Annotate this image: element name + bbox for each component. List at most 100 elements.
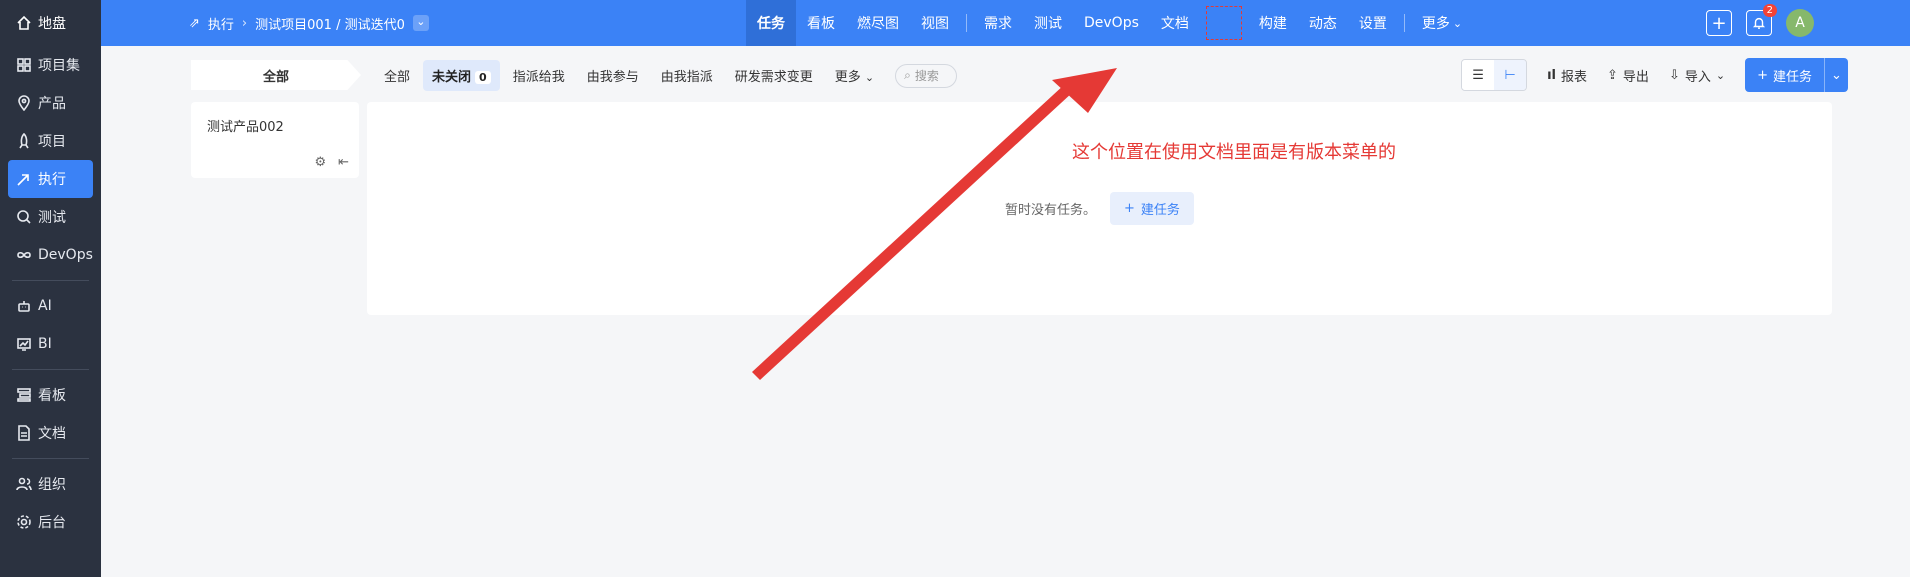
bar-chart-icon: ıl	[1547, 67, 1556, 83]
new-task-button[interactable]: + 建任务 ⌄	[1745, 58, 1848, 92]
toolbar-actions: ☰ ⊢ ıl 报表 ⇪ 导出 ⇩ 导入 ⌄ + 建任务 ⌄	[1461, 58, 1848, 92]
sidebar-item-kanban[interactable]: 看板	[0, 376, 101, 414]
filter-assigned-by-me[interactable]: 由我指派	[652, 60, 722, 91]
empty-new-task-button[interactable]: + 建任务	[1110, 192, 1194, 225]
nav-tab-story[interactable]: 需求	[973, 0, 1023, 46]
sidebar-item-label: 测试	[38, 210, 66, 226]
sidebar-item-program[interactable]: 项目集	[0, 46, 101, 84]
search-icon: ⌕	[904, 68, 911, 82]
sidebar-item-devops[interactable]: DevOps	[0, 236, 101, 274]
sidebar-item-ai[interactable]: AI	[0, 287, 101, 325]
breadcrumb-module[interactable]: 执行	[208, 14, 234, 33]
sidebar-item-doc[interactable]: 文档	[0, 414, 101, 452]
sidebar-divider	[12, 458, 89, 459]
empty-state: 暂时没有任务。 + 建任务	[1005, 192, 1194, 225]
nav-more[interactable]: 更多 ⌄	[1411, 0, 1473, 46]
sidebar: 地盘 项目集 产品 项目 执行 测试 DevOps AI BI 看板 文档 组织…	[0, 0, 101, 577]
filter-assigned-to-me[interactable]: 指派给我	[504, 60, 574, 91]
chevron-down-icon[interactable]: ⌄	[1824, 58, 1848, 92]
sidebar-item-label: AI	[38, 298, 52, 314]
sidebar-item-product[interactable]: 产品	[0, 84, 101, 122]
top-right-actions: + 2 A	[1706, 0, 1814, 46]
plus-icon: +	[1757, 67, 1768, 83]
sidebar-item-label: 地盘	[38, 16, 66, 32]
filter-unclosed-label: 未关闭	[432, 70, 472, 85]
sidebar-item-project[interactable]: 项目	[0, 122, 101, 160]
sidebar-item-label: BI	[38, 336, 52, 352]
filter-involved[interactable]: 由我参与	[578, 60, 648, 91]
empty-text: 暂时没有任务。	[1005, 203, 1097, 218]
export-button[interactable]: ⇪ 导出	[1607, 66, 1649, 85]
filter-all[interactable]: 全部	[375, 60, 419, 91]
breadcrumb: ⇗ 执行 › 测试项目001 / 测试迭代0 ⌄	[101, 14, 651, 33]
sidebar-item-admin[interactable]: 后台	[0, 503, 101, 541]
nav-tab-dynamic[interactable]: 动态	[1298, 0, 1348, 46]
notification-badge: 2	[1762, 4, 1777, 17]
nav-divider	[966, 14, 967, 32]
sidebar-item-execution[interactable]: 执行	[8, 160, 93, 198]
home-icon	[16, 15, 32, 31]
sidebar-item-home[interactable]: 地盘	[0, 0, 101, 46]
chevron-down-icon[interactable]: ⌄	[412, 15, 429, 31]
sidebar-item-label: 项目集	[38, 58, 80, 74]
tree-view-icon[interactable]: ⊢	[1494, 60, 1527, 90]
list-view-icon[interactable]: ☰	[1462, 60, 1495, 90]
filter-more-label: 更多	[834, 70, 861, 85]
product-tab-all[interactable]: 全部	[191, 60, 361, 90]
search-button[interactable]: ⌕ 搜索	[895, 63, 958, 88]
sidebar-item-label: 执行	[38, 172, 66, 188]
settings-icon[interactable]: ⚙	[314, 155, 326, 170]
bell-icon[interactable]: 2	[1746, 4, 1777, 36]
product-name[interactable]: 测试产品002	[207, 116, 343, 135]
task-list-panel: 暂时没有任务。 + 建任务	[367, 102, 1832, 315]
chevron-down-icon: ⌄	[1452, 16, 1463, 30]
collapse-icon[interactable]: ⇤	[338, 155, 349, 170]
sidebar-divider	[12, 369, 89, 370]
view-switch: ☰ ⊢	[1461, 59, 1528, 91]
plus-icon[interactable]: +	[1706, 10, 1732, 36]
filter-unclosed[interactable]: 未关闭 0	[423, 60, 500, 91]
panel-actions: ⚙ ⇤	[314, 155, 349, 170]
new-task-main[interactable]: + 建任务	[1745, 58, 1824, 92]
empty-new-task-label: 建任务	[1140, 203, 1180, 218]
plus-icon: +	[1124, 201, 1135, 216]
nav-tab-devops[interactable]: DevOps	[1073, 0, 1150, 46]
import-button[interactable]: ⇩ 导入 ⌄	[1669, 66, 1725, 85]
count-badge: 0	[475, 71, 491, 84]
nav-tab-build[interactable]: 构建	[1248, 0, 1298, 46]
annotation-text: 这个位置在使用文档里面是有版本菜单的	[1072, 142, 1396, 163]
product-panel: 测试产品002 ⚙ ⇤	[191, 102, 359, 178]
nav-tab-settings[interactable]: 设置	[1348, 0, 1398, 46]
nav-tab-task[interactable]: 任务	[746, 0, 796, 46]
sidebar-item-bi[interactable]: BI	[0, 325, 101, 363]
nav-tab-kanban[interactable]: 看板	[796, 0, 846, 46]
task-filters: 全部 未关闭 0 指派给我 由我参与 由我指派 研发需求变更 更多 ⌄ ⌕ 搜索	[375, 60, 958, 91]
top-navbar: ⇗ 执行 › 测试项目001 / 测试迭代0 ⌄ 任务 看板 燃尽图 视图 需求…	[101, 0, 1910, 46]
nav-tab-burndown[interactable]: 燃尽图	[846, 0, 910, 46]
filter-more[interactable]: 更多 ⌄	[826, 60, 883, 91]
import-label: 导入	[1684, 69, 1711, 85]
gear-icon	[16, 514, 32, 530]
filter-story-changed[interactable]: 研发需求变更	[726, 60, 822, 91]
execute-icon: ⇗	[189, 15, 200, 31]
export-label: 导出	[1622, 69, 1649, 85]
export-icon: ⇪	[1607, 67, 1618, 83]
report-label: 报表	[1561, 69, 1588, 85]
sidebar-item-label: 组织	[38, 477, 66, 493]
chart-icon	[16, 336, 32, 352]
breadcrumb-path[interactable]: 测试项目001 / 测试迭代0	[255, 14, 405, 33]
report-button[interactable]: ıl 报表	[1547, 66, 1587, 85]
sidebar-item-label: 产品	[38, 96, 66, 112]
sidebar-item-test[interactable]: 测试	[0, 198, 101, 236]
sidebar-item-org[interactable]: 组织	[0, 465, 101, 503]
robot-icon	[16, 298, 32, 314]
kanban-icon	[16, 387, 32, 403]
people-icon	[16, 476, 32, 492]
nav-divider	[1403, 14, 1405, 32]
nav-tab-doc[interactable]: 文档	[1150, 0, 1200, 46]
nav-tab-test[interactable]: 测试	[1023, 0, 1073, 46]
avatar[interactable]: A	[1786, 9, 1814, 37]
test-icon	[16, 209, 32, 225]
nav-tab-view[interactable]: 视图	[910, 0, 960, 46]
chevron-right-icon: ›	[241, 15, 248, 31]
